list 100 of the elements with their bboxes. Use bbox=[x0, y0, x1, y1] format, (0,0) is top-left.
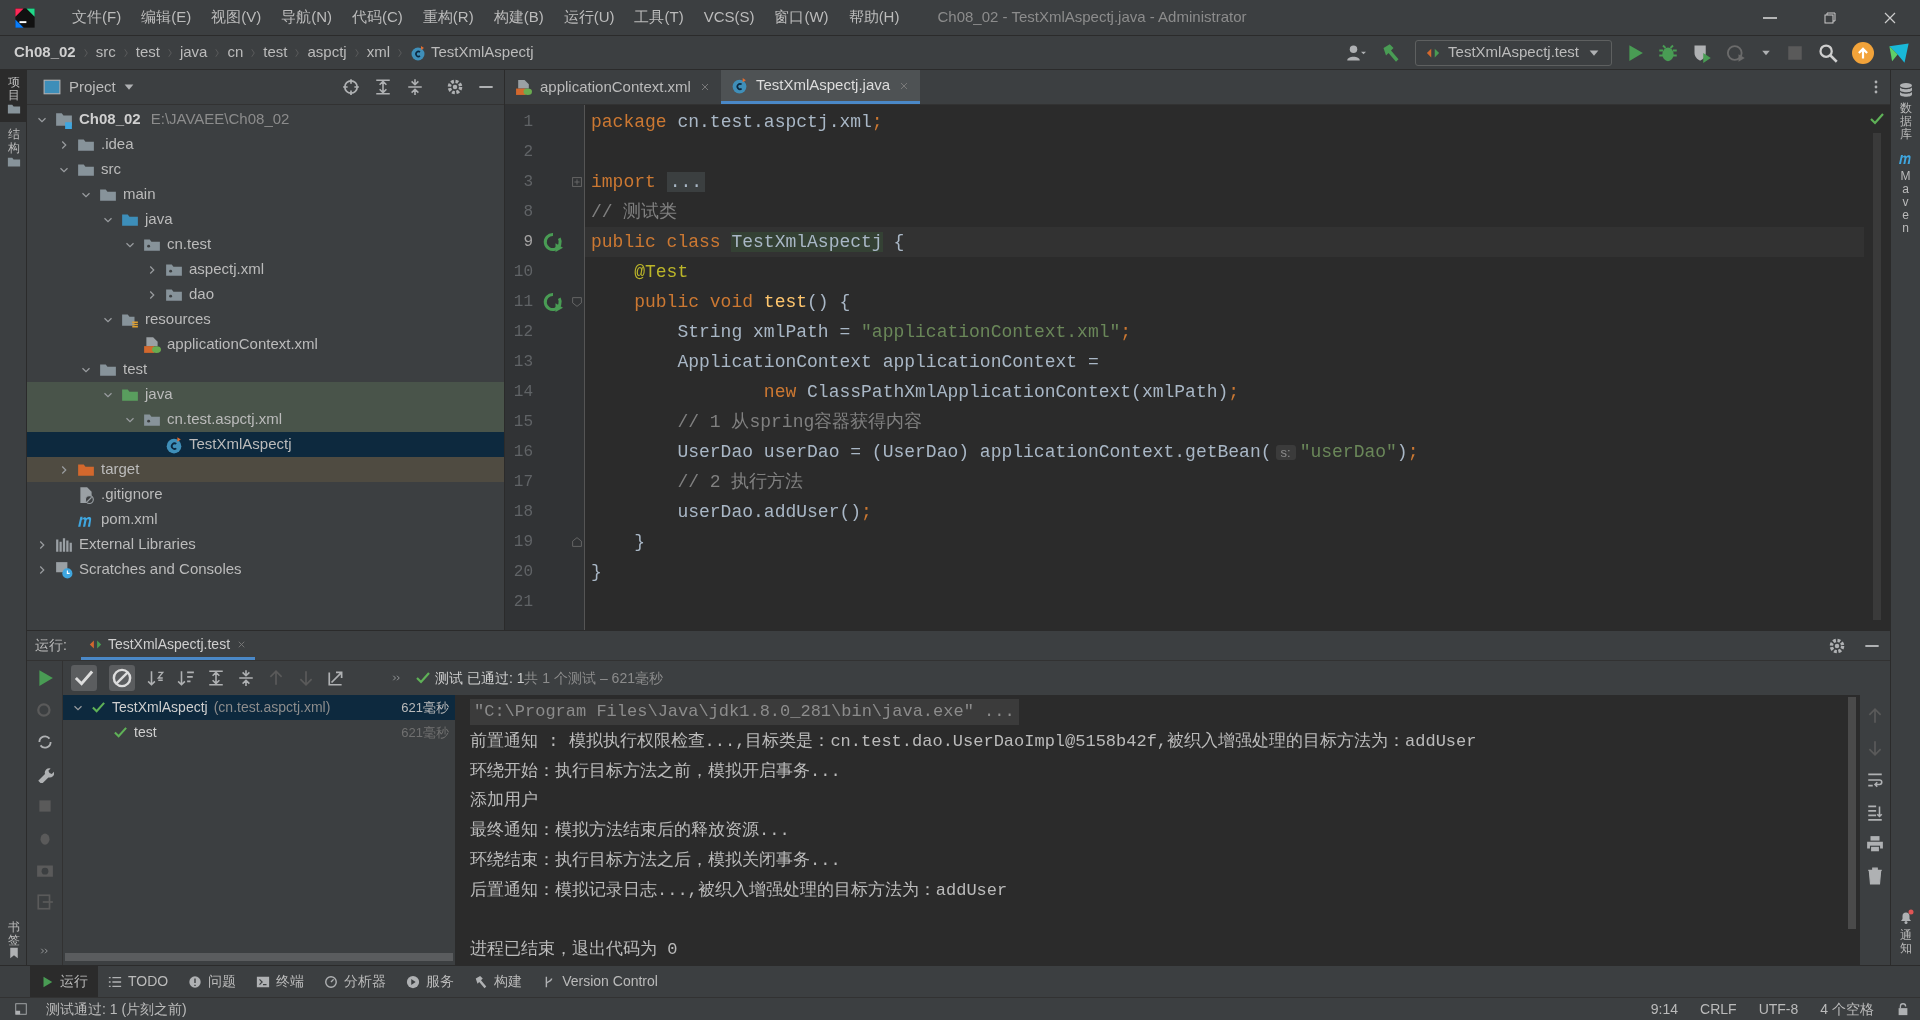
tool-window-tab[interactable]: Maven bbox=[1891, 145, 1920, 240]
run-test-icon[interactable] bbox=[543, 292, 563, 312]
sort-alpha-icon[interactable] bbox=[147, 669, 165, 687]
breadcrumb[interactable]: test bbox=[263, 41, 288, 64]
tree-item[interactable]: resources bbox=[27, 307, 504, 332]
editor-tab[interactable]: applicationContext.xml bbox=[505, 70, 721, 104]
tool-window-tab[interactable]: 构建 bbox=[464, 966, 533, 997]
minimize-icon[interactable] bbox=[1864, 644, 1880, 647]
tree-item[interactable]: .idea bbox=[27, 132, 504, 157]
console-line: 添加用户 bbox=[470, 790, 538, 813]
collapse-all-icon[interactable] bbox=[406, 78, 424, 96]
fold-icon[interactable] bbox=[570, 535, 584, 549]
tree-item[interactable]: pom.xml bbox=[27, 507, 504, 532]
scrollbar[interactable] bbox=[65, 953, 453, 961]
show-passed-icon[interactable] bbox=[71, 665, 97, 691]
scroll-end-icon[interactable] bbox=[1866, 803, 1884, 821]
expand-all-icon[interactable] bbox=[374, 78, 392, 96]
plugin-logo-icon[interactable] bbox=[1888, 41, 1910, 64]
breadcrumb[interactable]: cn bbox=[227, 41, 244, 64]
tree-item[interactable]: java bbox=[27, 382, 504, 407]
tree-item[interactable]: test bbox=[27, 357, 504, 382]
more-icon[interactable] bbox=[38, 945, 51, 957]
minimize-icon[interactable] bbox=[478, 86, 494, 88]
tree-item[interactable]: Ch08_02 E:\JAVAEE\Ch08_02 bbox=[27, 107, 504, 132]
tool-window-tab[interactable]: TODO bbox=[98, 966, 179, 997]
test-tree-item[interactable]: TestXmlAspectj (cn.test.aspctj.xml) 621毫秒 bbox=[63, 695, 455, 720]
tool-window-tab[interactable]: 结构 bbox=[0, 122, 27, 175]
breadcrumb[interactable]: TestXmlAspectj bbox=[431, 41, 534, 64]
breadcrumb[interactable]: java bbox=[179, 41, 208, 64]
menu-item[interactable]: 代码(C) bbox=[342, 6, 413, 29]
locate-icon[interactable] bbox=[342, 78, 360, 96]
tree-item[interactable]: main bbox=[27, 182, 504, 207]
editor-tab[interactable]: TestXmlAspectj.java bbox=[720, 70, 921, 104]
menu-item[interactable]: 导航(N) bbox=[271, 6, 342, 29]
tool-window-tab[interactable]: Version Control bbox=[532, 966, 668, 997]
tree-item[interactable]: dao bbox=[27, 282, 504, 307]
run-test-icon[interactable] bbox=[543, 232, 563, 252]
tool-window-tab[interactable]: 书签 bbox=[0, 914, 27, 965]
tree-item[interactable]: External Libraries bbox=[27, 532, 504, 557]
tree-item[interactable]: applicationContext.xml bbox=[27, 332, 504, 357]
menu-item[interactable]: 工具(T) bbox=[624, 6, 694, 29]
scrollbar[interactable] bbox=[1848, 697, 1856, 929]
tool-window-tab[interactable]: 问题 bbox=[178, 966, 247, 997]
show-ignored-icon[interactable] bbox=[109, 665, 135, 691]
tool-window-tab[interactable]: 数据库 bbox=[1891, 78, 1920, 146]
tree-item[interactable]: cn.test.aspctj.xml bbox=[27, 407, 504, 432]
breadcrumb[interactable]: src bbox=[95, 41, 116, 64]
tree-item[interactable]: src bbox=[27, 157, 504, 182]
search-icon[interactable] bbox=[1818, 42, 1838, 63]
status-item[interactable]: CRLF bbox=[1700, 998, 1737, 1020]
expand-fold-icon[interactable] bbox=[570, 175, 584, 189]
run-icon[interactable] bbox=[1626, 43, 1644, 62]
tree-item[interactable]: .gitignore bbox=[27, 482, 504, 507]
tree-item[interactable]: aspectj.xml bbox=[27, 257, 504, 282]
sort-duration-icon[interactable] bbox=[177, 669, 195, 687]
menu-item[interactable]: 编辑(E) bbox=[131, 6, 202, 29]
menu-item[interactable]: 运行(U) bbox=[553, 6, 625, 29]
menu-item[interactable]: 文件(F) bbox=[62, 6, 132, 29]
menu-item[interactable]: VCS(S) bbox=[693, 6, 765, 29]
tree-item[interactable]: target bbox=[27, 457, 504, 482]
panel-toggle-icon[interactable] bbox=[14, 1002, 28, 1016]
more-icon[interactable] bbox=[391, 672, 403, 684]
tool-window-tab[interactable]: 分析器 bbox=[314, 966, 397, 997]
update-icon[interactable] bbox=[1852, 41, 1874, 64]
settings-icon[interactable] bbox=[446, 78, 464, 96]
status-item[interactable]: 4 个空格 bbox=[1820, 998, 1874, 1020]
tree-item[interactable]: Scratches and Consoles bbox=[27, 557, 504, 582]
run-tab[interactable]: TestXmlAspectj.test bbox=[80, 631, 256, 660]
breadcrumb[interactable]: Ch08_02 bbox=[14, 41, 76, 64]
breadcrumb[interactable]: xml bbox=[366, 41, 390, 64]
project-view-dropdown[interactable]: Project bbox=[69, 75, 136, 99]
print-icon[interactable] bbox=[1866, 835, 1884, 853]
menu-item[interactable]: 窗口(W) bbox=[764, 6, 839, 29]
expand-all-icon[interactable] bbox=[207, 669, 225, 687]
tree-item[interactable]: java bbox=[27, 207, 504, 232]
menu-item[interactable]: 帮助(H) bbox=[838, 6, 910, 29]
settings-icon[interactable] bbox=[1828, 636, 1846, 655]
fold-icon[interactable] bbox=[570, 295, 584, 309]
trash-icon[interactable] bbox=[1866, 867, 1884, 885]
collapse-all-icon[interactable] bbox=[237, 669, 255, 687]
run-config-dropdown[interactable]: TestXmlAspectj.test bbox=[1415, 39, 1612, 66]
breadcrumb[interactable]: aspctj bbox=[307, 41, 347, 64]
tool-window-tab[interactable]: 项目 bbox=[0, 70, 27, 123]
tree-item[interactable]: cn.test bbox=[27, 232, 504, 257]
status-item[interactable]: 9:14 bbox=[1650, 998, 1679, 1020]
tool-window-tab[interactable]: 通知 bbox=[1891, 904, 1920, 959]
tree-item[interactable]: TestXmlAspectj bbox=[27, 432, 504, 457]
menu-item[interactable]: 视图(V) bbox=[201, 6, 272, 29]
menu-item[interactable]: 重构(R) bbox=[412, 6, 484, 29]
status-item[interactable]: UTF-8 bbox=[1758, 998, 1799, 1020]
check-icon bbox=[1869, 111, 1885, 127]
tool-window-tab[interactable]: 终端 bbox=[246, 966, 315, 997]
package-label: (cn.test.aspctj.xml) bbox=[213, 698, 331, 717]
tool-window-tab[interactable]: 服务 bbox=[396, 966, 465, 997]
soft-wrap-icon[interactable] bbox=[1866, 771, 1884, 789]
tool-window-tab[interactable]: 运行 bbox=[30, 966, 98, 997]
export-icon[interactable] bbox=[327, 669, 345, 687]
menu-item[interactable]: 构建(B) bbox=[483, 6, 554, 29]
breadcrumb[interactable]: test bbox=[135, 41, 160, 64]
profile-icon[interactable] bbox=[1726, 42, 1746, 63]
